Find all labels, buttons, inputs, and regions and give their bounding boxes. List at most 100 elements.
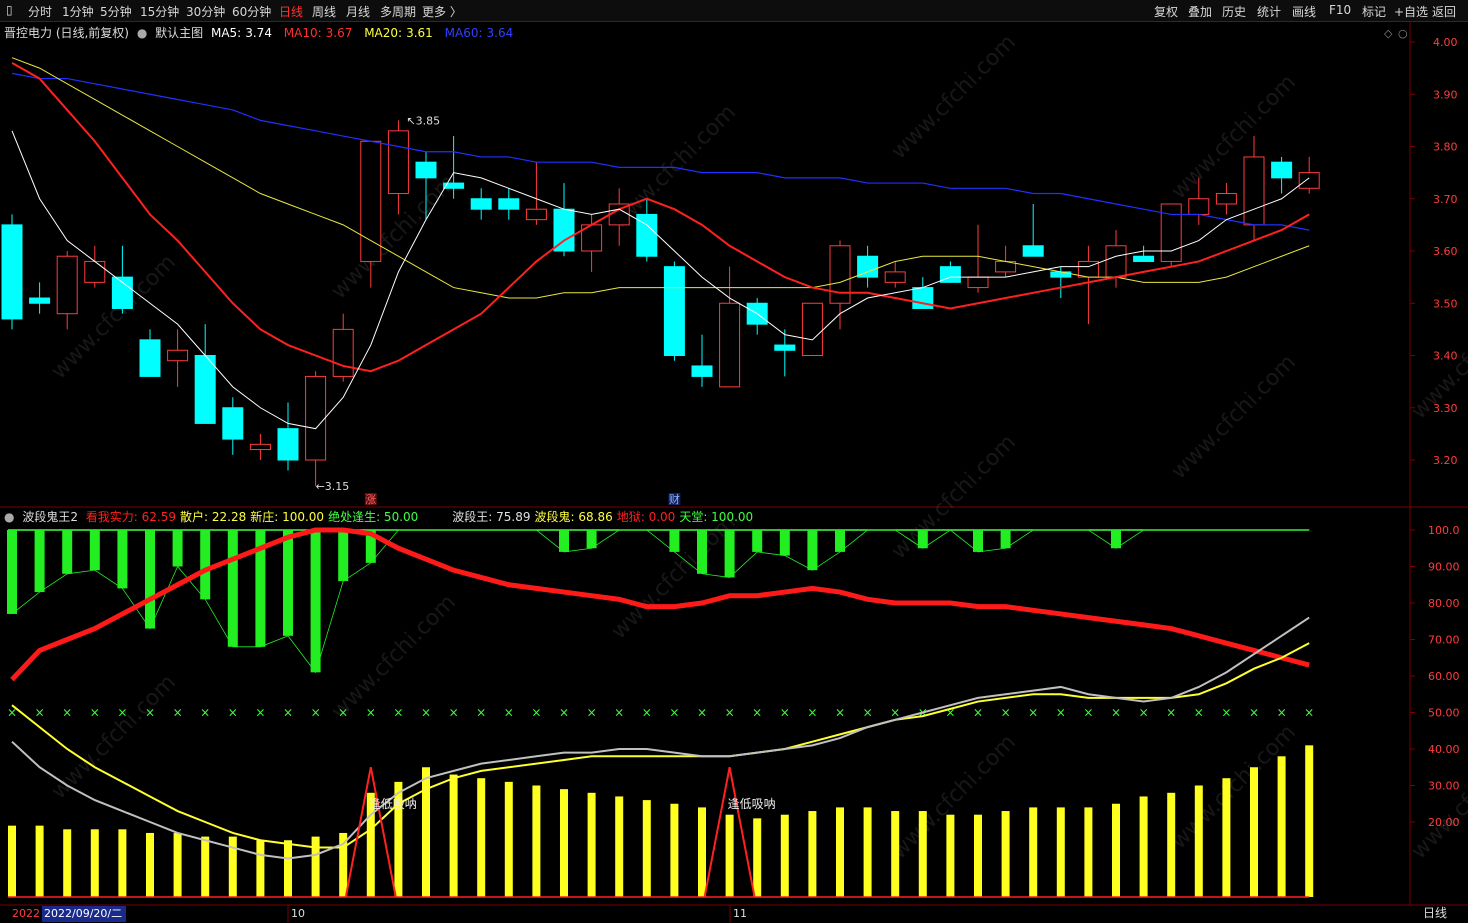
zhang-mark: 涨 <box>365 493 376 506</box>
candle-body-29 <box>801 302 823 356</box>
watermark-11: www.cfchi.com <box>1167 70 1301 204</box>
green-bar-0 <box>7 530 17 614</box>
candle-9 <box>249 433 271 460</box>
x-marker-45: × <box>1249 706 1259 720</box>
candle-body-37 <box>1022 245 1044 257</box>
x-marker-12: × <box>338 706 348 720</box>
high-price-label: ↖3.85 <box>406 114 440 127</box>
yellow-bar-4 <box>118 829 127 897</box>
green-bar-7 <box>200 530 211 600</box>
candle-24 <box>663 261 685 361</box>
candle-body-24 <box>663 266 685 356</box>
candle-body-18 <box>498 198 520 210</box>
candle-body-11 <box>305 375 327 461</box>
green-bar-27 <box>752 530 763 552</box>
candle-body-45 <box>1243 156 1265 226</box>
candle-body-41 <box>1133 255 1155 262</box>
x-marker-47: × <box>1304 706 1314 720</box>
yellow-bar-23 <box>642 800 651 897</box>
candle-body-3 <box>84 260 106 283</box>
green-bar-10 <box>283 530 293 636</box>
x-marker-18: × <box>504 706 514 720</box>
candle-0 <box>1 214 23 330</box>
x-marker-21: × <box>587 706 597 720</box>
x-marker-2: × <box>62 706 72 720</box>
candle-body-8 <box>222 407 244 440</box>
candle-25 <box>691 334 713 387</box>
month-label-2: 11 <box>733 907 747 920</box>
yellow-bar-26 <box>725 814 734 897</box>
yellow-bar-38 <box>1056 807 1065 897</box>
yellow-bar-28 <box>780 814 789 897</box>
yellow-bar-37 <box>1029 807 1038 897</box>
yellow-bar-20 <box>560 789 568 897</box>
watermark-5: www.cfchi.com <box>327 590 461 724</box>
yellow-bar-18 <box>504 781 513 897</box>
x-marker-13: × <box>366 706 376 720</box>
candle-body-28 <box>774 344 796 351</box>
price-tick-label-3: 3.70 <box>1433 193 1458 206</box>
yellow-bar-15 <box>422 767 430 897</box>
candle-14 <box>387 120 409 215</box>
green-bar-28 <box>779 530 790 556</box>
kline-chart[interactable]: 4.003.903.803.703.603.503.403.303.20100.… <box>0 0 1468 923</box>
green-bar-8 <box>227 530 238 647</box>
yellow-bar-39 <box>1084 807 1093 897</box>
signal-label-0: 逢低吸呐 <box>369 797 417 811</box>
candle-21 <box>581 214 603 272</box>
candle-body-38 <box>1050 271 1072 278</box>
yellow-bar-34 <box>946 814 955 897</box>
candle-body-9 <box>249 443 271 451</box>
green-bar-3 <box>89 530 100 571</box>
x-marker-11: × <box>311 706 321 720</box>
price-tick-label-0: 4.00 <box>1433 36 1458 49</box>
yellow-bar-40 <box>1112 803 1120 897</box>
price-tick-label-8: 3.20 <box>1433 454 1458 467</box>
x-marker-7: × <box>200 706 210 720</box>
x-marker-40: × <box>1111 706 1121 720</box>
candle-body-0 <box>1 224 23 320</box>
candle-10 <box>277 402 299 471</box>
yellow-bar-30 <box>836 807 844 897</box>
x-marker-27: × <box>752 706 762 720</box>
candle-body-12 <box>332 328 354 377</box>
yellow-bar-8 <box>228 836 237 897</box>
yellow-bar-17 <box>477 778 486 897</box>
x-marker-44: × <box>1221 706 1231 720</box>
x-marker-28: × <box>780 706 790 720</box>
yellow-bar-25 <box>698 807 706 897</box>
candle-5 <box>139 329 161 377</box>
x-marker-25: × <box>697 706 707 720</box>
watermark-8: www.cfchi.com <box>1167 350 1301 484</box>
sub-tick-label-0: 100.0 <box>1428 524 1460 537</box>
yellow-bar-21 <box>587 792 596 897</box>
candle-31 <box>857 245 879 288</box>
x-marker-19: × <box>531 706 541 720</box>
candle-44 <box>1215 183 1237 215</box>
x-marker-37: × <box>1028 706 1038 720</box>
x-marker-3: × <box>90 706 100 720</box>
sub-tick-label-7: 30.00 <box>1428 780 1460 793</box>
yellow-bar-3 <box>90 829 99 897</box>
candle-body-7 <box>194 355 216 424</box>
x-marker-23: × <box>642 706 652 720</box>
yellow-bar-32 <box>891 811 900 897</box>
candle-18 <box>498 188 520 220</box>
yellow-bar-10 <box>284 840 292 897</box>
yellow-bar-42 <box>1167 792 1176 897</box>
candle-body-31 <box>857 255 879 278</box>
yellow-bar-7 <box>201 836 210 897</box>
x-marker-4: × <box>117 706 127 720</box>
yellow-bar-22 <box>615 796 624 897</box>
cursor-date: 2022/09/20/二 <box>44 907 122 920</box>
x-marker-24: × <box>669 706 679 720</box>
candle-34 <box>939 261 961 283</box>
x-marker-29: × <box>807 706 817 720</box>
candle-body-10 <box>277 428 299 461</box>
x-marker-14: × <box>393 706 403 720</box>
x-marker-20: × <box>559 706 569 720</box>
sub-tick-label-3: 70.00 <box>1428 634 1460 647</box>
candle-body-46 <box>1271 161 1293 179</box>
x-marker-26: × <box>725 706 735 720</box>
x-marker-36: × <box>1001 706 1011 720</box>
